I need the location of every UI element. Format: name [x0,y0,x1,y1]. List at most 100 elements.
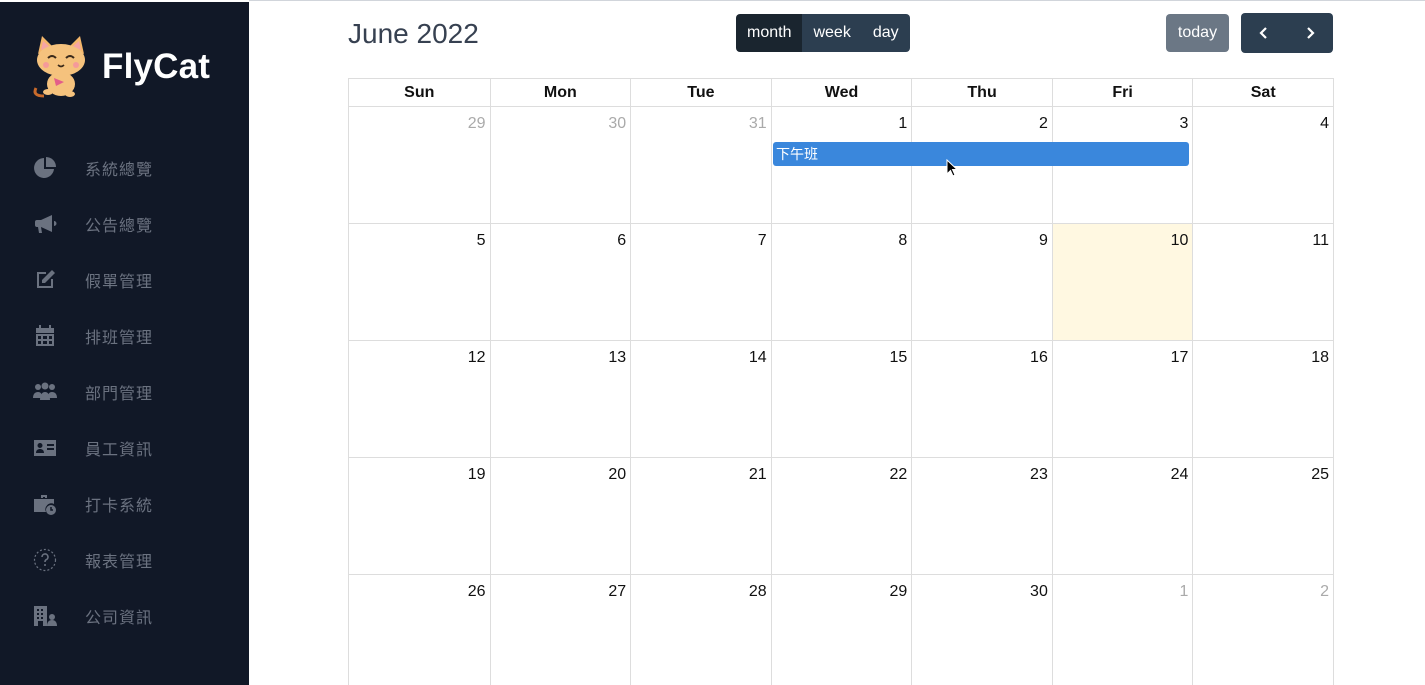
day-cell[interactable]: 30 [489,107,631,223]
day-cell[interactable]: 12 [349,341,490,457]
day-cell[interactable]: 8 [770,224,912,340]
day-number: 2 [1038,115,1048,132]
day-cell[interactable]: 25 [1192,458,1333,574]
day-number: 11 [1312,232,1329,249]
weekday-header: Sun Mon Tue Wed Thu Fri Sat [348,78,1334,107]
day-cell[interactable]: 26 [349,575,490,685]
week-view-button[interactable]: week [802,14,862,52]
weekday-label: Sun [404,83,435,101]
sidebar-item-label: 公告總覽 [85,218,154,235]
day-cell[interactable]: 22 [770,458,912,574]
day-number: 8 [898,232,908,249]
day-number: 1 [898,115,908,132]
day-number: 6 [617,232,627,249]
pie-chart-icon [32,155,58,181]
day-number: 25 [1311,466,1329,483]
day-cell[interactable]: 27 [489,575,631,685]
sidebar-item-announcements[interactable]: 公告總覽 [0,196,249,252]
weekday-label: Mon [489,79,631,106]
sidebar-item-company[interactable]: 公司資訊 [0,588,249,644]
day-number: 4 [1320,115,1329,132]
sidebar-item-label: 假單管理 [85,274,154,291]
day-cell[interactable]: 17 [1051,341,1193,457]
sidebar-nav: 系統總覽 公告總覽 假單管理 排班管理 部門管理 員工資訊 打卡系統 報表管理 … [0,140,249,644]
sidebar-item-label: 部門管理 [85,386,154,403]
day-cell[interactable]: 7 [630,224,771,340]
view-toggle-group: month week day [736,14,910,52]
sidebar-item-label: 排班管理 [85,330,154,347]
day-cell[interactable]: 5 [349,224,490,340]
day-number: 29 [889,583,908,600]
brand[interactable]: FlyCat [30,34,210,100]
day-cell[interactable]: 1 [1051,575,1193,685]
weekday-label: Wed [770,79,912,106]
day-number: 18 [1311,349,1329,366]
day-number: 28 [748,583,767,600]
day-number: 1 [1179,583,1189,600]
day-cell[interactable]: 29 [770,575,912,685]
day-number: 16 [1030,349,1048,366]
day-number: 7 [757,232,767,249]
prev-month-button[interactable] [1241,13,1287,53]
chevron-left-icon [1259,27,1267,39]
day-cell[interactable]: 13 [489,341,631,457]
today-button[interactable]: today [1166,14,1229,52]
sidebar-item-employees[interactable]: 員工資訊 [0,420,249,476]
day-number: 26 [467,583,486,600]
day-number: 3 [1179,115,1189,132]
day-cell[interactable]: 16 [911,341,1052,457]
day-number: 30 [608,115,627,132]
day-number: 24 [1170,466,1189,483]
day-number: 12 [467,349,486,366]
day-cell[interactable]: 30 [911,575,1052,685]
day-number: 9 [1038,232,1048,249]
sidebar-item-clock-in[interactable]: 打卡系統 [0,476,249,532]
day-cell[interactable]: 11 [1192,224,1333,340]
sidebar-item-leave[interactable]: 假單管理 [0,252,249,308]
sidebar-item-label: 公司資訊 [85,610,154,627]
day-cell[interactable]: 18 [1192,341,1333,457]
day-cell[interactable]: 29 [349,107,490,223]
weekday-label: Fri [1051,79,1193,106]
building-user-icon [32,603,58,629]
day-number: 10 [1170,232,1189,249]
calendar-title: June 2022 [348,18,479,49]
day-number: 31 [748,115,767,132]
day-view-button[interactable]: day [861,14,910,52]
sidebar-item-label: 系統總覽 [85,162,154,179]
sidebar-item-schedule[interactable]: 排班管理 [0,308,249,364]
day-number: 21 [748,466,767,483]
week-row: 5 6 7 8 9 10 11 [348,224,1334,341]
next-month-button[interactable] [1287,13,1333,53]
sidebar: FlyCat 系統總覽 公告總覽 假單管理 排班管理 部門管理 員工資訊 打卡系… [0,2,249,685]
day-cell[interactable]: 19 [349,458,490,574]
day-cell[interactable]: 21 [630,458,771,574]
day-cell[interactable]: 15 [770,341,912,457]
day-cell[interactable]: 9 [911,224,1052,340]
sidebar-item-reports[interactable]: 報表管理 [0,532,249,588]
day-cell[interactable]: 28 [630,575,771,685]
sidebar-item-overview[interactable]: 系統總覽 [0,140,249,196]
week-row: 19 20 21 22 23 24 25 [348,458,1334,575]
day-number: 15 [889,349,908,366]
chevron-right-icon [1307,27,1315,39]
day-number: 30 [1030,583,1048,600]
calendar-icon [32,323,58,349]
day-cell[interactable]: 24 [1051,458,1193,574]
month-navigation [1241,13,1333,53]
id-card-icon [32,435,58,461]
weekday-label: Sat [1192,79,1333,106]
month-view-button[interactable]: month [736,14,803,52]
sidebar-item-departments[interactable]: 部門管理 [0,364,249,420]
day-cell[interactable]: 20 [489,458,631,574]
day-cell[interactable]: 31 [630,107,771,223]
day-cell[interactable]: 6 [489,224,631,340]
day-cell[interactable]: 23 [911,458,1052,574]
day-cell[interactable]: 14 [630,341,771,457]
mouse-cursor-icon [946,159,958,177]
day-cell[interactable]: 4 [1192,107,1333,223]
day-cell[interactable]: 2 [1192,575,1333,685]
calendar-event[interactable]: 下午班 [773,142,1189,166]
users-icon [32,379,58,405]
today-cell[interactable]: 10 [1051,224,1193,340]
